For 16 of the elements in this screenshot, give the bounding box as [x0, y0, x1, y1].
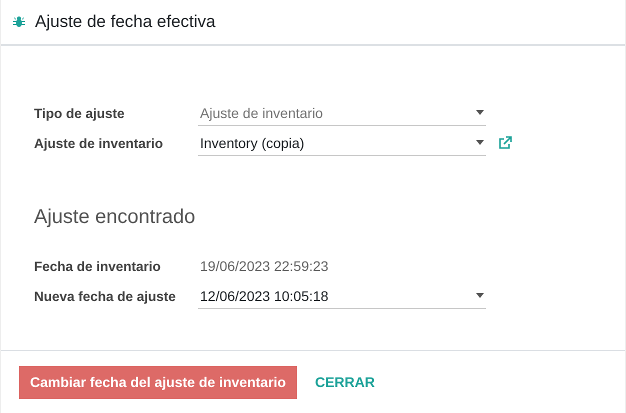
section-title: Ajuste encontrado: [34, 206, 196, 229]
caret-icon: [476, 140, 484, 145]
caret-icon: [476, 293, 484, 298]
select-field[interactable]: 12/06/2023 10:05:18: [198, 283, 486, 309]
field-label: Nueva fecha de ajuste: [34, 288, 177, 304]
change-date-button[interactable]: Cambiar fecha del ajuste de inventario: [19, 366, 297, 398]
dialog-title: Ajuste de fecha efectiva: [35, 12, 216, 32]
external-link-icon[interactable]: [498, 136, 512, 150]
select-field[interactable]: Inventory (copia): [198, 130, 486, 156]
field-value: 19/06/2023 22:59:23: [199, 258, 328, 274]
bug-icon: [13, 16, 25, 28]
close-button[interactable]: CERRAR: [314, 374, 375, 390]
field-label: Ajuste de inventario: [34, 136, 164, 150]
field-label: Tipo de ajuste: [34, 106, 126, 120]
caret-icon: [476, 110, 484, 115]
field-label: Fecha de inventario: [34, 258, 162, 274]
